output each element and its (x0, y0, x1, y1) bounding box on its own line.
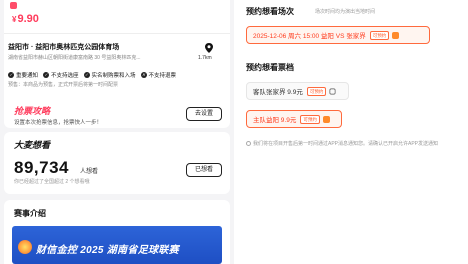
session-section-title: 预约想看场次 (246, 7, 294, 16)
cross-icon: ✕ (140, 72, 147, 78)
tier-option-label: 客队张家界 9.9元 (253, 89, 303, 96)
price: ¥9.90 (12, 13, 39, 25)
venue-address: 湖南省益阳市赫山区朝阳街道康富南路 30 号益阳奥林匹克... (8, 55, 141, 61)
event-intro-title: 赛事介绍 (14, 209, 46, 218)
want-to-see-title: 大麦想看 (14, 140, 51, 150)
presale-notice: 预售：本商品为预售，正式开票后将第一时间配票 (8, 82, 119, 88)
policy-list[interactable]: ✓ 重要通知 ✓ 不支持选座 ✓ 实名制购票和入场 ✕ 不支持退票 (8, 71, 176, 79)
heart-icon (392, 31, 400, 39)
heart-icon (322, 115, 330, 123)
session-option[interactable]: 2025-12-06 周六 15:00 益阳 VS 张家界 可预约 (246, 26, 430, 44)
policy-item: ✓ 不支持选座 (43, 72, 79, 79)
session-option-label: 2025-12-06 周六 15:00 益阳 VS 张家界 (253, 33, 366, 40)
check-icon: ✓ (8, 72, 14, 78)
policy-item: ✕ 不支持退票 (140, 72, 177, 79)
tag-marker-icon (10, 2, 17, 9)
venue-name[interactable]: 益阳市 · 益阳市奥林匹克公园体育场 (8, 42, 119, 52)
tier-option[interactable]: 客队张家界 9.9元 可预约 (246, 82, 349, 100)
event-banner-image: 财信金控 2025 湖南省足球联赛 (12, 226, 222, 264)
banner-text: 财信金控 2025 湖南省足球联赛 (36, 245, 179, 256)
notification-tip: 我们将在项目开售后第一时间通过APP消息通知您。请确认已开启允许APP发送通知 (246, 140, 460, 148)
grab-strategy-title: 抢票攻略 (14, 106, 51, 116)
heart-outline-icon (329, 88, 336, 94)
event-detail-panel: ¥9.90 益阳市 · 益阳市奥林匹克公园体育场 湖南省益阳市赫山区朝阳街道康富… (0, 0, 234, 264)
tier-section-title: 预约想看票档 (246, 63, 294, 72)
tier-option[interactable]: 主队益阳 9.9元 可预约 (246, 110, 342, 128)
info-icon (246, 141, 251, 147)
want-count-unit: 人想看 (80, 169, 99, 175)
wanted-button[interactable]: 已想看 (186, 163, 222, 177)
check-icon: ✓ (83, 72, 90, 78)
bookable-badge: 可预约 (369, 30, 390, 40)
policy-item: ✓ 重要通知 (8, 72, 39, 79)
session-section-subtitle: 场次时间均为演出当地时间 (315, 9, 376, 15)
want-count: 89,734 (14, 158, 69, 177)
grab-strategy-subtitle: 设置本次抢票信息，抢票快人一步！ (14, 120, 103, 126)
policy-item: ✓ 实名制购票和入场 (83, 72, 136, 79)
location-pin-icon[interactable] (203, 42, 215, 54)
go-setup-button[interactable]: 去设置 (186, 107, 222, 121)
divider (4, 33, 230, 34)
bookable-badge: 可预约 (306, 86, 327, 96)
bookable-badge: 可预约 (300, 114, 320, 124)
sponsor-logo-icon (18, 240, 32, 254)
notification-tip-text: 我们将在项目开售后第一时间通过APP消息通知您。请确认已开启允许APP发送通知 (253, 141, 439, 147)
tier-option-label: 主队益阳 9.9元 (253, 117, 297, 124)
want-subtitle: 你已经超过了全国超过 2 个想看哦 (14, 179, 90, 185)
check-icon: ✓ (43, 72, 50, 78)
venue-distance: 1.7km (198, 55, 212, 61)
